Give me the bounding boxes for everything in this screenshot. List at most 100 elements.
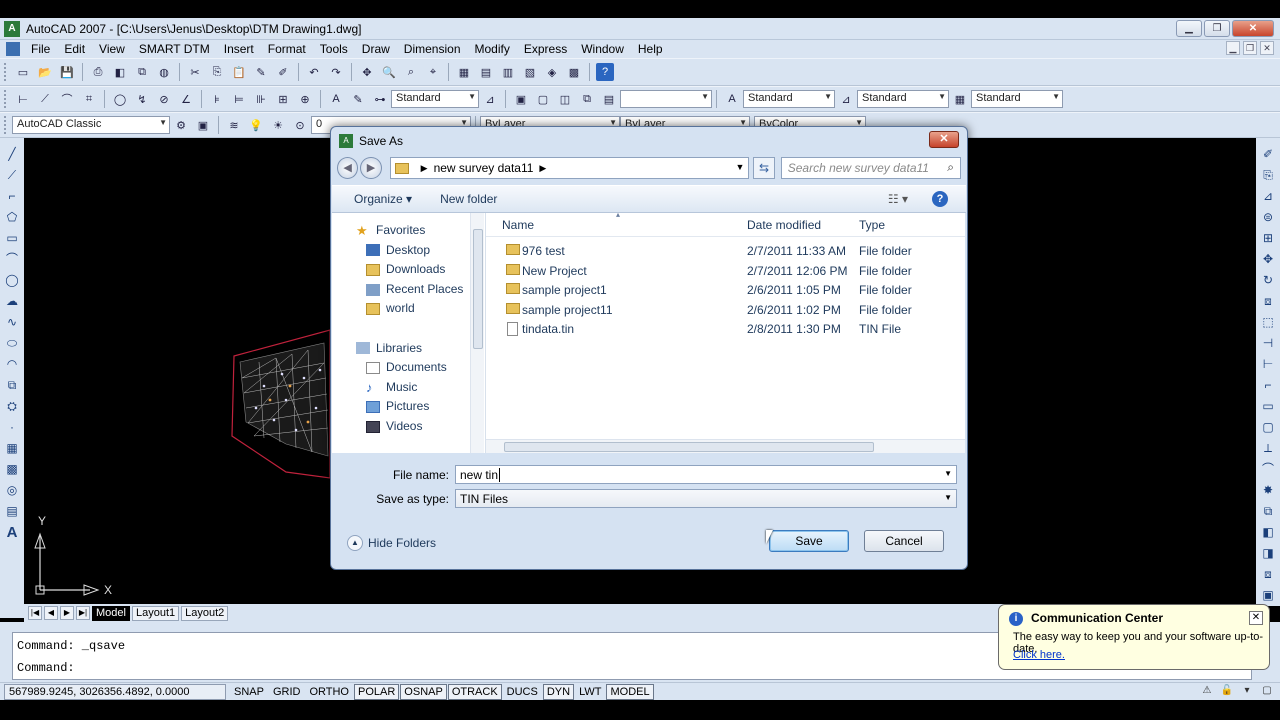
open-icon[interactable]: 📂 [36,63,54,81]
publish-icon[interactable]: ⧉ [133,63,151,81]
file-row[interactable]: tindata.tin 2/8/2011 1:30 PM TIN File [486,319,965,339]
toolbar-gripper[interactable] [4,116,8,134]
nav-downloads[interactable]: Downloads [332,260,485,280]
plot-icon[interactable]: ⎙ [89,63,107,81]
menu-smart-dtm[interactable]: SMART DTM [132,42,217,56]
revcloud-icon[interactable]: ☁ [4,293,20,310]
diameter-icon[interactable]: ⊘ [155,90,173,108]
doc-restore-button[interactable]: ❐ [1243,41,1257,55]
tolerance-icon[interactable]: ⊞ [274,90,292,108]
draworder-icon[interactable]: ⧉ [1260,503,1276,520]
menu-view[interactable]: View [92,42,132,56]
nav-pictures[interactable]: Pictures [332,397,485,417]
array-icon[interactable]: ⊞ [1260,230,1276,247]
ducs-toggle[interactable]: DUCS [503,684,542,700]
point-icon[interactable]: · [4,419,20,436]
notification-link[interactable]: Click here. [1013,649,1065,661]
ellipse-arc-icon[interactable]: ◠ [4,356,20,373]
ordinate-icon[interactable]: ⌗ [80,90,98,108]
menu-insert[interactable]: Insert [217,42,261,56]
new-folder-button[interactable]: New folder [440,192,497,206]
angular-icon[interactable]: ∠ [177,90,195,108]
breadcrumb-arrow-icon[interactable]: ▶ [539,163,546,174]
new-icon[interactable]: ▭ [14,63,32,81]
toolbar-gripper[interactable] [4,90,8,108]
my-workspace-icon[interactable]: ▣ [194,116,212,134]
nav-libraries[interactable]: Libraries [332,339,485,359]
viewport-icon[interactable]: ▢ [534,90,552,108]
move-icon[interactable]: ✥ [1260,251,1276,268]
redo-icon[interactable]: ↷ [327,63,345,81]
file-row[interactable]: sample project1 2/6/2011 1:05 PM File fo… [486,280,965,300]
mirror-icon[interactable]: ⊿ [1260,188,1276,205]
save-as-type-select[interactable]: TIN Files ▼ [455,489,957,508]
workspace-settings-icon[interactable]: ⚙ [172,116,190,134]
menu-edit[interactable]: Edit [57,42,92,56]
restore-button[interactable]: ❐ [1204,20,1230,37]
hatch-icon[interactable]: ▦ [4,440,20,457]
toolbar-gripper[interactable] [4,63,8,81]
menu-format[interactable]: Format [261,42,313,56]
views-icon[interactable]: ☷ ▾ [888,192,908,206]
radius-icon[interactable]: ◯ [111,90,129,108]
rectangle-icon[interactable]: ▭ [4,230,20,247]
gradient-icon[interactable]: ▩ [4,461,20,478]
offset-icon[interactable]: ⊜ [1260,209,1276,226]
hscroll-thumb[interactable] [504,442,874,452]
tool-palettes-icon[interactable]: ▥ [499,63,517,81]
polyline-icon[interactable]: ⌐ [4,188,20,205]
file-row[interactable]: sample project11 2/6/2011 1:02 PM File f… [486,300,965,320]
break-icon[interactable]: ▭ [1260,398,1276,415]
polar-toggle[interactable]: POLAR [354,683,400,700]
minimize-button[interactable]: ▁ [1176,20,1202,37]
rotate-icon[interactable]: ↻ [1260,272,1276,289]
bring-front-icon[interactable]: ◧ [1260,524,1276,541]
aligned-dim-icon[interactable]: ⟋ [36,90,54,108]
send-back-icon[interactable]: ◨ [1260,545,1276,562]
ortho-toggle[interactable]: ORTHO [305,684,353,700]
join-icon[interactable]: ▢ [1260,419,1276,436]
baseline-icon[interactable]: ⊨ [230,90,248,108]
menu-help[interactable]: Help [631,42,670,56]
menu-tools[interactable]: Tools [313,42,355,56]
lock-icon[interactable]: 🔓 [1220,684,1234,698]
back-button[interactable]: ◀ [337,157,359,179]
dim-style-combo[interactable]: Standard ▼ [391,90,479,108]
match-properties-icon[interactable]: ✎ [252,63,270,81]
doc-minimize-button[interactable]: ▁ [1226,41,1240,55]
pan-icon[interactable]: ✥ [358,63,376,81]
linear-dim-icon[interactable]: ⊢ [14,90,32,108]
otrack-toggle[interactable]: OTRACK [447,683,502,700]
table-style-icon[interactable]: ▦ [951,90,969,108]
dim-update-icon[interactable]: ⊶ [371,90,389,108]
cancel-button[interactable]: Cancel [864,530,944,552]
arc-icon[interactable]: ⌒ [4,251,20,268]
zoom-realtime-icon[interactable]: 🔍 [380,63,398,81]
polygon-icon[interactable]: ⬠ [4,209,20,226]
jogged-icon[interactable]: ↯ [133,90,151,108]
copy-icon[interactable]: ⎘ [208,63,226,81]
nav-documents[interactable]: Documents [332,358,485,378]
column-name[interactable]: Name [502,218,534,232]
tab-model[interactable]: Model [92,605,130,621]
extend-icon[interactable]: ⊢ [1260,356,1276,373]
help-icon[interactable]: ? [596,63,614,81]
column-type[interactable]: Type [859,218,885,232]
search-box[interactable]: Search new survey data11 ⌕ [780,157,961,179]
dim-style-icon[interactable]: ⊿ [481,90,499,108]
design-center-icon[interactable]: ▤ [477,63,495,81]
model-toggle[interactable]: MODEL [606,683,654,700]
clean-screen-icon[interactable]: ▢ [1260,684,1274,698]
prev-tab-button[interactable]: ◀ [44,606,58,620]
cut-icon[interactable]: ✂ [186,63,204,81]
insert-block-icon[interactable]: ⧉ [4,377,20,394]
nav-videos[interactable]: Videos [332,417,485,437]
copy-object-icon[interactable]: ⎘ [1260,167,1276,184]
layer-freeze-icon[interactable]: ☀ [269,116,287,134]
organize-button[interactable]: Organize ▾ [354,192,412,206]
viewport-lock-icon[interactable]: ▤ [600,90,618,108]
construction-line-icon[interactable]: ⟋ [4,167,20,184]
save-button[interactable]: Save [769,530,849,552]
snap-toggle[interactable]: SNAP [230,684,268,700]
last-tab-button[interactable]: ▶| [76,606,90,620]
